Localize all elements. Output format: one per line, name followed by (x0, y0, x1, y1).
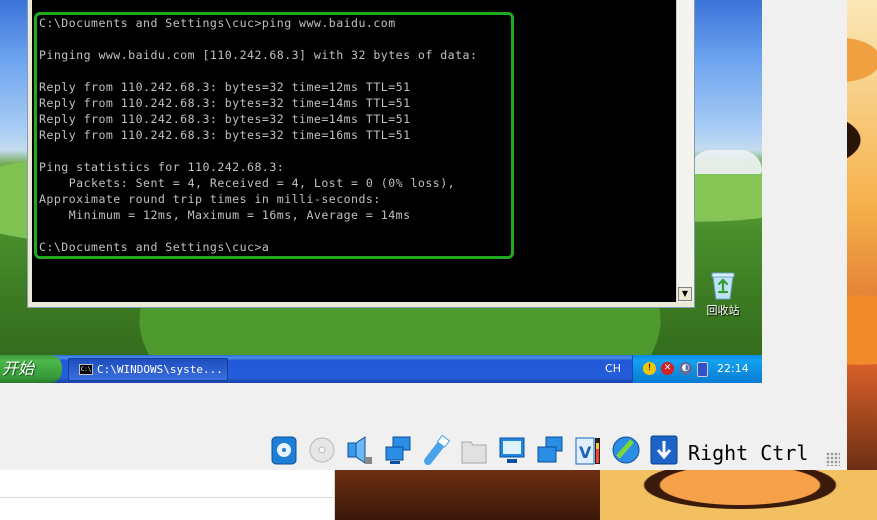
system-tray: ! ✕ ◐ 22:14 (632, 355, 762, 383)
console-icon: C:\ (79, 364, 93, 375)
console-line: Approximate round trip times in milli-se… (39, 192, 381, 206)
shared-folders-icon[interactable] (460, 435, 488, 465)
audio-icon[interactable] (345, 435, 373, 465)
clock[interactable]: 22:14 (717, 355, 749, 383)
console-line: Minimum = 12ms, Maximum = 16ms, Average … (39, 208, 411, 222)
battery-icon[interactable] (697, 362, 708, 377)
recycle-bin-shortcut[interactable]: 回收站 (700, 270, 746, 318)
taskbar-item-label: C:\WINDOWS\syste... (97, 363, 223, 376)
console-line: C:\Documents and Settings\cuc>ping www.b… (39, 16, 396, 30)
mouse-integration-icon[interactable] (612, 435, 640, 465)
taskbar: 开始 C:\ C:\WINDOWS\syste... CH ! ✕ ◐ 22:1… (0, 355, 762, 383)
console-text: C:\Documents and Settings\cuc>ping www.b… (39, 15, 477, 255)
start-button[interactable]: 开始 (0, 355, 62, 383)
console-line: Reply from 110.242.68.3: bytes=32 time=1… (39, 112, 411, 126)
divider (0, 497, 334, 498)
svg-text:V: V (579, 443, 592, 462)
security-alert-icon[interactable]: ✕ (661, 362, 674, 375)
console-line: Reply from 110.242.68.3: bytes=32 time=1… (39, 128, 411, 142)
virtualbox-window: C:\Documents and Settings\cuc>ping www.b… (0, 0, 847, 470)
resize-grip[interactable] (826, 452, 840, 466)
console-line: Reply from 110.242.68.3: bytes=32 time=1… (39, 96, 411, 110)
virtualbox-status-bar: V Right Ctrl (0, 383, 847, 470)
console-line: C:\Documents and Settings\cuc>a (39, 240, 270, 254)
video-capture-icon[interactable]: V (574, 435, 602, 465)
shield-icon[interactable]: ! (643, 362, 656, 375)
host-key-label[interactable]: Right Ctrl (688, 439, 808, 467)
network-icon[interactable]: ◐ (679, 362, 692, 375)
recycle-bin-label: 回收站 (706, 304, 740, 317)
hard-disk-icon[interactable] (270, 435, 298, 465)
host-background-window (0, 470, 335, 520)
console-line: Reply from 110.242.68.3: bytes=32 time=1… (39, 80, 411, 94)
console-scrollbar[interactable]: ▼ (676, 0, 694, 302)
scroll-down-button[interactable]: ▼ (678, 287, 692, 301)
display-icon[interactable] (498, 435, 526, 465)
usb-icon[interactable] (422, 435, 450, 465)
recycle-bin-icon (711, 272, 735, 300)
network-icon[interactable] (384, 435, 412, 465)
screen-capture-icon[interactable] (536, 435, 564, 465)
console-line: Ping statistics for 110.242.68.3: (39, 160, 285, 174)
taskbar-item-command-prompt[interactable]: C:\ C:\WINDOWS\syste... (68, 358, 228, 381)
console-line: Packets: Sent = 4, Received = 4, Lost = … (39, 176, 456, 190)
wallpaper-cloud (690, 150, 762, 174)
keyboard-capture-icon[interactable] (650, 435, 678, 465)
command-prompt-window[interactable]: C:\Documents and Settings\cuc>ping www.b… (27, 0, 695, 308)
guest-screen[interactable]: C:\Documents and Settings\cuc>ping www.b… (0, 0, 762, 383)
language-indicator[interactable]: CH (600, 355, 626, 383)
console-output-area[interactable]: C:\Documents and Settings\cuc>ping www.b… (32, 0, 678, 302)
console-line: Pinging www.baidu.com [110.242.68.3] wit… (39, 48, 478, 62)
optical-drive-icon[interactable] (308, 435, 336, 465)
